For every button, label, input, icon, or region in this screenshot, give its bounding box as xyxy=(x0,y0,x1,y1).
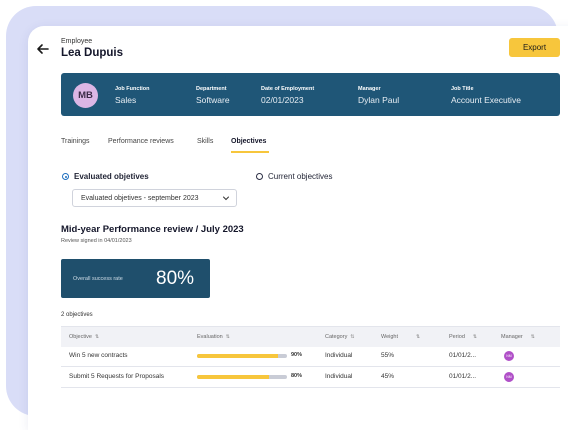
department-label: Department xyxy=(196,86,227,92)
radio-checked-icon xyxy=(62,173,69,180)
job-title-field: Job Title Account Executive xyxy=(451,86,521,105)
column-objective-label: Objective xyxy=(69,334,92,340)
objective-period: 01/01/2... xyxy=(449,373,477,380)
avatar: MB xyxy=(73,83,98,108)
manager-label: Manager xyxy=(358,86,381,92)
table-row[interactable]: Submit 5 Requests for Proposals 80% Indi… xyxy=(61,367,560,388)
table-header: Objective ⇅ Evaluation ⇅ Category ⇅ Weight ⇅… xyxy=(61,326,560,347)
column-weight[interactable]: Weight ⇅ xyxy=(381,334,420,340)
tab-objectives[interactable]: Objectives xyxy=(231,138,266,145)
profile-banner: MB Job Function Sales Department Softwar… xyxy=(61,73,560,116)
evaluation-bar xyxy=(197,375,287,379)
tab-skills[interactable]: Skills xyxy=(197,138,213,145)
department-value: Software xyxy=(196,95,230,105)
evaluated-objectives-label: Evaluated objetives xyxy=(74,172,149,181)
evaluated-objectives-radio[interactable]: Evaluated objetives xyxy=(62,172,149,181)
column-objective[interactable]: Objective ⇅ xyxy=(69,334,99,340)
objectives-count: 2 objectives xyxy=(61,312,93,318)
objective-category: Individual xyxy=(325,352,353,359)
export-button[interactable]: Export xyxy=(509,38,560,57)
sort-icon: ⇅ xyxy=(350,334,355,340)
employment-date-label: Date of Employment xyxy=(261,86,315,92)
department-field: Department Software xyxy=(196,86,230,105)
sort-icon: ⇅ xyxy=(225,334,230,340)
job-function-value: Sales xyxy=(115,95,137,105)
current-objectives-label: Current objectives xyxy=(268,172,333,181)
evaluation-bar-fill xyxy=(197,354,278,358)
column-category-label: Category xyxy=(325,334,348,340)
manager-avatar: NM xyxy=(504,372,514,382)
objectives-period-select[interactable]: Evaluated objetives - september 2023 xyxy=(72,189,237,207)
job-title-label: Job Title xyxy=(451,86,474,92)
column-category[interactable]: Category ⇅ xyxy=(325,334,355,340)
job-title-value: Account Executive xyxy=(451,95,521,105)
job-function-field: Job Function Sales xyxy=(115,86,150,105)
objective-category: Individual xyxy=(325,373,353,380)
review-signed-date: Review signed in 04/01/2023 xyxy=(61,238,132,244)
sort-icon: ⇅ xyxy=(530,334,535,340)
evaluation-bar xyxy=(197,354,287,358)
evaluation-bar-fill xyxy=(197,375,269,379)
sort-icon: ⇅ xyxy=(416,334,421,340)
manager-avatar: NM xyxy=(504,351,514,361)
score-label: Overall success rate xyxy=(73,276,123,282)
select-value: Evaluated objetives - september 2023 xyxy=(81,194,199,202)
column-period-label: Period xyxy=(449,334,465,340)
column-evaluation-label: Evaluation xyxy=(197,334,223,340)
column-weight-label: Weight xyxy=(381,334,399,340)
overall-score-card: Overall success rate 80% xyxy=(61,259,210,298)
objective-name: Submit 5 Requests for Proposals xyxy=(69,373,165,380)
score-value: 80% xyxy=(156,268,195,289)
employment-date-value: 02/01/2023 xyxy=(261,95,304,105)
evaluation-percent: 90% xyxy=(291,352,303,358)
objective-name: Win 5 new contracts xyxy=(69,352,128,359)
tab-performance-reviews[interactable]: Performance reviews xyxy=(108,138,174,145)
radio-unchecked-icon xyxy=(256,173,263,180)
column-period[interactable]: Period ⇅ xyxy=(449,334,477,340)
column-evaluation[interactable]: Evaluation ⇅ xyxy=(197,334,230,340)
employment-date-field: Date of Employment 02/01/2023 xyxy=(261,86,314,105)
manager-value: Dylan Paul xyxy=(358,95,400,105)
tab-trainings[interactable]: Trainings xyxy=(61,138,90,145)
column-manager-label: Manager xyxy=(501,334,523,340)
objective-weight: 45% xyxy=(381,373,395,380)
current-objectives-radio[interactable]: Current objectives xyxy=(256,172,332,181)
sort-icon: ⇅ xyxy=(94,334,100,340)
back-arrow-icon[interactable] xyxy=(36,42,50,56)
objective-period: 01/01/2... xyxy=(449,352,477,359)
chevron-down-icon xyxy=(223,196,229,201)
objective-weight: 55% xyxy=(381,352,395,359)
column-manager[interactable]: Manager ⇅ xyxy=(501,334,535,340)
manager-field: Manager Dylan Paul xyxy=(358,86,399,105)
sort-icon: ⇅ xyxy=(472,334,478,340)
active-tab-indicator xyxy=(231,151,269,153)
review-title: Mid-year Performance review / July 2023 xyxy=(61,224,244,235)
job-function-label: Job Function xyxy=(115,86,150,92)
employee-label: Employee xyxy=(61,38,93,45)
evaluation-percent: 80% xyxy=(291,373,303,379)
table-row[interactable]: Win 5 new contracts 90% Individual 55% 0… xyxy=(61,346,560,367)
employee-name: Lea Dupuis xyxy=(61,47,123,59)
